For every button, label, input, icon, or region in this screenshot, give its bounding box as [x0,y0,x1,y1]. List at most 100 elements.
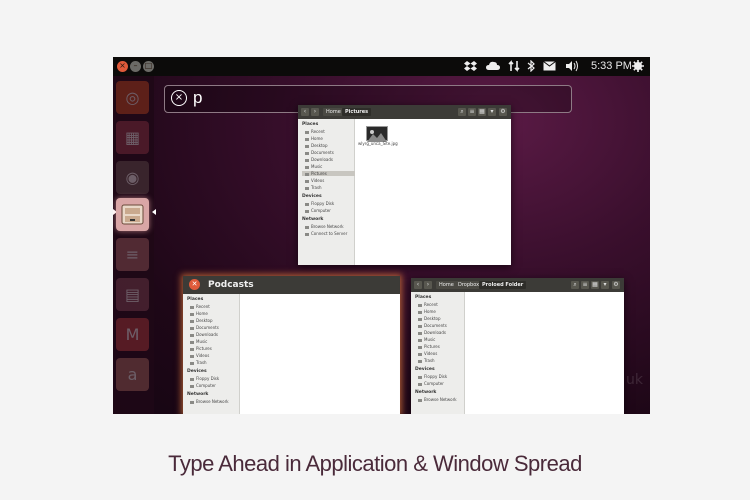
back-button[interactable]: ‹ [414,281,422,289]
podcasts-window[interactable]: ✕ Podcasts Places Recent Home Desktop Do… [183,276,400,414]
proloed-folder-window[interactable]: ‹ › Home Dropbox Proloed Folder ⌕ ≡ ▦ ▾ … [411,278,624,414]
sidebar-item-floppy[interactable]: Floppy Disk [418,374,447,379]
gear-icon[interactable]: ⚙ [612,281,620,289]
sidebar-item-music[interactable]: Music [305,164,322,169]
pictures-sidebar: Places Recent Home Desktop Documents Dow… [298,119,355,265]
close-window-button[interactable]: × [117,61,128,72]
sidebar-item-videos[interactable]: Videos [190,353,209,358]
crumb-proloed-folder[interactable]: Proloed Folder [479,281,527,289]
launcher: ◎ ▦ ◉ ≡ ▤ M a [113,76,156,414]
network-header: Network [302,217,324,222]
sidebar-item-browse-network[interactable]: Browse Network [305,224,344,229]
sidebar-item-home[interactable]: Home [190,311,208,316]
sidebar-item-trash[interactable]: Trash [305,185,322,190]
sidebar-item-home[interactable]: Home [418,309,436,314]
list-view-icon[interactable]: ≡ [468,108,476,116]
amazon-icon[interactable]: a [116,358,149,391]
places-header: Places [302,122,319,127]
sidebar-item-downloads[interactable]: Downloads [418,330,446,335]
back-button[interactable]: ‹ [301,108,309,116]
pictures-window[interactable]: ‹ › Home Pictures ⌕ ≡ ▦ ▾ ⚙ Places Recen… [298,105,511,265]
desktop-screen: × – □ 5:33 PM ◎ ▦ ◉ ≡ ▤ M a × p ‹ › Home… [113,57,650,414]
mail-icon[interactable] [543,61,556,71]
crumb-home[interactable]: Home [436,281,457,289]
network-header: Network [187,392,209,397]
top-panel: × – □ 5:33 PM [113,57,650,76]
search-query[interactable]: p [193,87,202,109]
sidebar-item-videos[interactable]: Videos [418,351,437,356]
sidebar-item-pictures[interactable]: Pictures [190,346,212,351]
sidebar-item-browse-network[interactable]: Browse Network [418,397,457,402]
disk-icon[interactable]: ◉ [116,161,149,194]
launcher-pip-right [152,209,156,215]
bluetooth-icon[interactable] [527,60,535,72]
sidebar-item-downloads[interactable]: Downloads [305,157,333,162]
chevron-down-icon[interactable]: ▾ [488,108,496,116]
sidebar-item-desktop[interactable]: Desktop [305,143,328,148]
devices-header: Devices [187,369,207,374]
sidebar-item-desktop[interactable]: Desktop [418,316,441,321]
volume-icon[interactable] [565,60,579,72]
search-icon[interactable]: ⌕ [458,108,466,116]
gmail-icon[interactable]: M [116,318,149,351]
sidebar-item-downloads[interactable]: Downloads [190,332,218,337]
sidebar-item-pictures[interactable]: Pictures [302,171,355,176]
sidebar-item-music[interactable]: Music [418,337,435,342]
document-icon[interactable]: ≡ [116,238,149,271]
sidebar-item-recent[interactable]: Recent [190,304,210,309]
chevron-down-icon[interactable]: ▾ [601,281,609,289]
sidebar-item-documents[interactable]: Documents [418,323,447,328]
file-name: wlyrg_unca_Site.jpg [358,141,398,146]
podcasts-titlebar: ✕ Podcasts [183,276,400,294]
sidebar-item-documents[interactable]: Documents [190,325,219,330]
sidebar-item-recent[interactable]: Recent [418,302,438,307]
gear-icon[interactable] [632,60,644,72]
search-icon[interactable]: ⌕ [571,281,579,289]
sidebar-item-pictures[interactable]: Pictures [418,344,440,349]
ubuntu-icon[interactable]: ◎ [116,81,149,114]
files-icon-graphic [121,204,144,225]
crumb-pictures[interactable]: Pictures [342,108,372,116]
forward-button[interactable]: › [311,108,319,116]
maximize-window-button[interactable]: □ [143,61,154,72]
places-header: Places [187,297,204,302]
apps-icon[interactable]: ▦ [116,121,149,154]
sidebar-item-documents[interactable]: Documents [305,150,334,155]
sidebar-item-desktop[interactable]: Desktop [190,318,213,323]
network-icon[interactable] [508,60,520,72]
forward-button[interactable]: › [424,281,432,289]
sidebar-item-videos[interactable]: Videos [305,178,324,183]
sidebar-item-connect-server[interactable]: Connect to Server [305,231,347,236]
close-icon[interactable]: ✕ [189,279,200,290]
sidebar-item-floppy[interactable]: Floppy Disk [190,376,219,381]
sidebar-item-home[interactable]: Home [305,136,323,141]
proloed-toolbar: ‹ › Home Dropbox Proloed Folder ⌕ ≡ ▦ ▾ … [411,278,624,292]
sidebar-item-trash[interactable]: Trash [190,360,207,365]
sidebar-item-recent[interactable]: Recent [305,129,325,134]
dropbox-icon[interactable] [464,60,477,72]
list-view-icon[interactable]: ≡ [581,281,589,289]
watermark: uk [626,372,643,388]
gear-icon[interactable]: ⚙ [499,108,507,116]
files-icon[interactable] [116,198,149,231]
image-thumbnail[interactable] [366,126,388,142]
minimize-window-button[interactable]: – [130,61,141,72]
sidebar-item-trash[interactable]: Trash [418,358,435,363]
sidebar-item-computer[interactable]: Computer [190,383,216,388]
sidebar-item-computer[interactable]: Computer [305,208,331,213]
cloud-icon[interactable] [486,61,500,71]
sidebar-item-browse-network[interactable]: Browse Network [190,399,229,404]
clock[interactable]: 5:33 PM [591,59,632,74]
caption: Type Ahead in Application & Window Sprea… [168,451,582,476]
sidebar-item-floppy[interactable]: Floppy Disk [305,201,334,206]
sidebar-item-music[interactable]: Music [190,339,207,344]
devices-header: Devices [415,367,435,372]
spreadsheet-icon[interactable]: ▤ [116,278,149,311]
clear-search-icon[interactable]: × [171,90,187,106]
crumb-home[interactable]: Home [323,108,344,116]
sidebar-item-computer[interactable]: Computer [418,381,444,386]
grid-view-icon[interactable]: ▦ [478,108,486,116]
devices-header: Devices [302,194,322,199]
proloed-sidebar: Places Recent Home Desktop Documents Dow… [411,292,465,414]
grid-view-icon[interactable]: ▦ [591,281,599,289]
